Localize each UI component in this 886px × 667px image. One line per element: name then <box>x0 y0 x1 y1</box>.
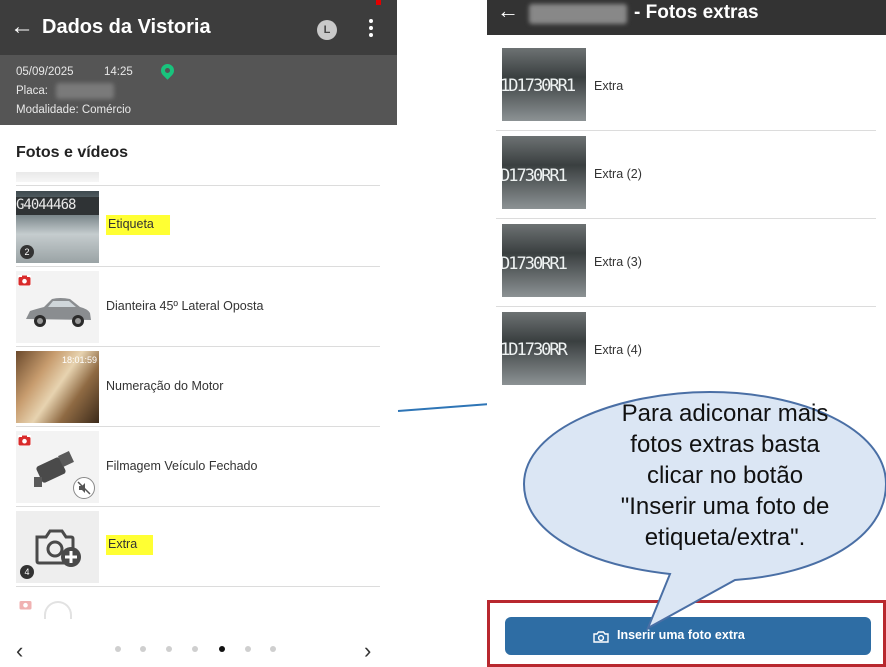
list-item-etiqueta[interactable]: G4044468 2 Etiqueta <box>16 187 380 267</box>
previous-page-button[interactable]: ‹ <box>16 638 23 664</box>
thumbnail-timestamp: 18:01:59 <box>61 355 97 365</box>
list-item-extra-2[interactable]: D1730RR1 Extra (2) <box>496 131 876 219</box>
back-arrow-icon[interactable]: ← <box>497 0 519 24</box>
item-label: Extra (2) <box>594 167 642 181</box>
thumbnail <box>16 172 99 182</box>
red-marker <box>376 0 381 5</box>
item-label: Extra (3) <box>594 255 642 269</box>
page-dot[interactable] <box>192 646 198 652</box>
camera-badge-icon <box>18 275 31 286</box>
page-title: Dados da Vistoria <box>42 16 211 38</box>
thumbnail-text: 1D1730RR1 <box>502 76 576 96</box>
list-item-extra-3[interactable]: D1730RR1 Extra (3) <box>496 219 876 307</box>
thumbnail-etiqueta: G4044468 2 <box>16 191 99 263</box>
photo-count-badge: 4 <box>20 565 34 579</box>
item-label: Numeração do Motor <box>106 379 224 393</box>
location-pin-icon <box>158 61 177 80</box>
more-options-icon[interactable] <box>366 16 376 40</box>
pagination: ‹ › <box>0 630 397 667</box>
back-arrow-icon[interactable]: ← <box>10 14 34 40</box>
page-dot[interactable] <box>140 646 146 652</box>
inspection-time: 14:25 <box>104 66 133 78</box>
callout-line: clicar no botão <box>646 462 804 489</box>
list-item-partial <box>16 587 380 619</box>
camera-badge-icon <box>19 601 32 610</box>
item-label: Etiqueta <box>106 215 170 235</box>
list-item-dianteira[interactable]: Dianteira 45º Lateral Oposta <box>16 267 380 347</box>
thumbnail-text: D1730RR1 <box>502 254 568 274</box>
item-label: Dianteira 45º Lateral Oposta <box>106 299 264 313</box>
photo-count-badge: 2 <box>20 245 34 259</box>
thumbnail <box>44 601 72 619</box>
page-dot[interactable] <box>166 646 172 652</box>
list-item-partial <box>16 172 380 186</box>
modalidade-label: Modalidade: Comércio <box>16 104 132 116</box>
app-bar: ← Dados da Vistoria L <box>0 0 397 55</box>
thumbnail-text: 1D1730RR <box>502 340 568 360</box>
thumbnail: D1730RR1 <box>502 224 586 297</box>
callout-line: Para adiconar mais <box>621 400 829 427</box>
callout-line: fotos extras basta <box>630 431 820 458</box>
car-image <box>26 298 91 327</box>
app-bar: ← - Fotos extras <box>487 0 886 35</box>
page-dot-active[interactable] <box>219 646 225 652</box>
camera-badge-icon <box>18 435 31 446</box>
page-dot[interactable] <box>270 646 276 652</box>
list-item-extra-1[interactable]: 1D1730RR1 Extra <box>496 43 876 131</box>
inspection-date: 05/09/2025 <box>16 66 74 78</box>
callout-line: "Inserir uma foto de <box>620 493 830 520</box>
thumbnail-video <box>16 431 99 503</box>
item-label: Extra (4) <box>594 343 642 357</box>
connector-arrow-icon <box>397 400 498 412</box>
list-item-extra-4[interactable]: 1D1730RR Extra (4) <box>496 307 876 395</box>
list-item-filmagem[interactable]: Filmagem Veículo Fechado <box>16 427 380 507</box>
page-dot[interactable] <box>115 646 121 652</box>
thumbnail: 1D1730RR <box>502 312 586 385</box>
thumbnail: 1D1730RR1 <box>502 48 586 121</box>
page-dot[interactable] <box>245 646 251 652</box>
thumbnail-add-photo: 4 <box>16 511 99 583</box>
thumbnail: D1730RR1 <box>502 136 586 209</box>
inspection-screen: ← Dados da Vistoria L 05/09/2025 14:25 P… <box>0 0 397 667</box>
add-photo-icon <box>35 529 81 567</box>
callout-line: etiqueta/extra". <box>644 524 806 551</box>
mute-icon <box>73 477 95 499</box>
next-page-button[interactable]: › <box>364 638 371 664</box>
callout-text: Para adiconar mais fotos extras basta cl… <box>575 398 875 553</box>
item-label: Extra <box>106 535 154 555</box>
vehicle-name-redacted <box>529 4 627 24</box>
page-title: - Fotos extras <box>634 2 759 23</box>
placa-label: Placa: <box>16 85 48 97</box>
placa-value-redacted <box>56 83 114 99</box>
section-title: Fotos e vídeos <box>16 144 129 161</box>
thumbnail-engine: 18:01:59 <box>16 351 99 423</box>
avatar[interactable]: L <box>317 20 337 40</box>
thumbnail-text: D1730RR1 <box>502 166 568 186</box>
item-label: Filmagem Veículo Fechado <box>106 459 258 473</box>
thumbnail-car <box>16 271 99 343</box>
list-item-numeracao-motor[interactable]: 18:01:59 Numeração do Motor <box>16 347 380 427</box>
list-item-extra[interactable]: 4 Extra <box>16 507 380 587</box>
inspection-info: 05/09/2025 14:25 Placa: Modalidade: Comé… <box>0 55 397 125</box>
item-label: Extra <box>594 79 624 93</box>
thumbnail-text: G4044468 <box>16 197 76 213</box>
